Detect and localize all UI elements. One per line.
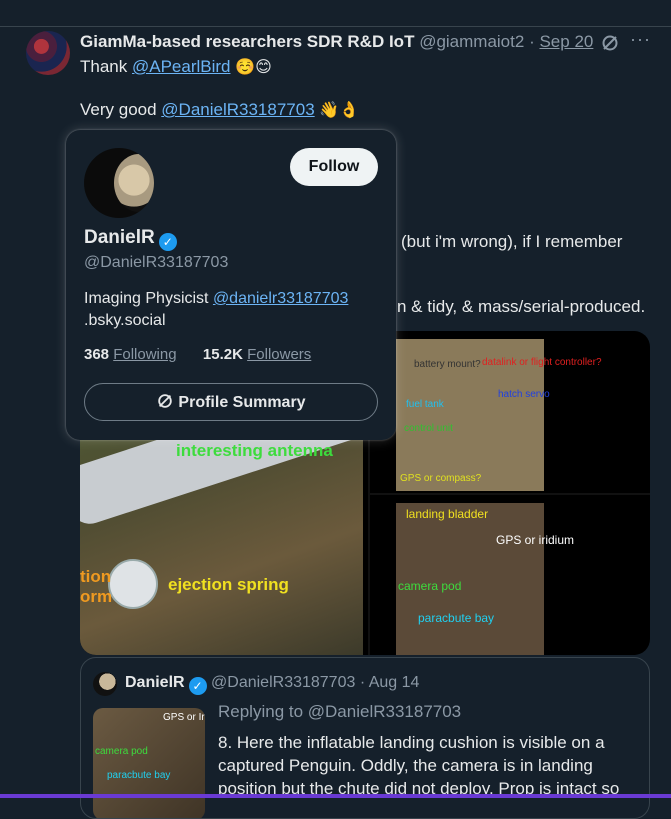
media-label: landing bladder	[406, 507, 489, 521]
profile-bio: Imaging Physicist @danielr33187703 .bsky…	[84, 288, 384, 332]
profile-summary-button[interactable]: Profile Summary	[84, 383, 378, 421]
author-name[interactable]: GiamMa-based researchers SDR R&D IoT	[80, 32, 414, 51]
profile-name[interactable]: DanielR ✓	[84, 227, 177, 251]
post-header: GiamMa-based researchers SDR R&D IoT @gi…	[80, 32, 593, 52]
media-label: camera pod	[398, 579, 462, 593]
more-icon[interactable]: ···	[630, 29, 651, 50]
mention-link[interactable]: @APearlBird	[132, 57, 231, 76]
grid-divider	[368, 493, 650, 495]
quoted-author-handle: @DanielR33187703	[211, 674, 356, 691]
author-handle[interactable]: @giammaiot2	[419, 32, 524, 51]
emoji: 👋👌	[319, 102, 360, 119]
media-label: fuel tank	[406, 399, 444, 410]
post-text-line-3-partial: (but i'm wrong), if I remember	[401, 232, 623, 251]
drone-photo-underside[interactable]: landing bladder GPS or iridium camera po…	[396, 503, 574, 655]
media-label: camera pod	[95, 746, 148, 757]
header-separator: ·	[359, 674, 366, 691]
mention-link[interactable]: @DanielR33187703	[161, 100, 314, 119]
previous-post-divider	[0, 0, 671, 27]
media-label: battery mount?	[414, 359, 481, 370]
media-label: GPS or iridium	[496, 533, 575, 547]
followers-count[interactable]: 15.2K	[203, 346, 243, 363]
text: Very good	[80, 100, 162, 119]
summary-label: Profile Summary	[178, 394, 306, 411]
post-text-line-1: Thank @APearlBird ☺️😊	[80, 57, 272, 77]
verified-icon: ✓	[188, 677, 207, 695]
following-count[interactable]: 368	[84, 346, 109, 363]
verified-icon: ✓	[158, 233, 177, 251]
summary-icon	[158, 394, 173, 408]
media-label: paracbute bay	[107, 770, 171, 781]
header-separator: ·	[529, 32, 535, 51]
grok-icon[interactable]	[600, 33, 620, 58]
media-label: GPS or Iridium	[163, 712, 205, 723]
media-label: ejection spring	[168, 575, 289, 594]
moon-image	[114, 154, 154, 212]
profile-avatar[interactable]	[84, 148, 154, 218]
author-avatar[interactable]	[26, 31, 70, 75]
quoted-author-name[interactable]: DanielR	[125, 674, 185, 691]
media-label: GPS or compass?	[400, 473, 482, 484]
media-label: tion	[80, 567, 112, 586]
quoted-text-line: captured Penguin. Oddly, the camera is i…	[218, 756, 593, 775]
camera-pod-shape	[108, 559, 158, 609]
text: Thank	[80, 57, 132, 76]
bio-link[interactable]: @danielr33187703	[213, 290, 348, 307]
followers-link[interactable]: Followers	[247, 346, 311, 363]
post-text-line-2: Very good @DanielR33187703 👋👌	[80, 100, 359, 120]
follow-button[interactable]: Follow	[290, 148, 378, 186]
emoji: ☺️😊	[235, 59, 272, 76]
profile-name-text[interactable]: DanielR	[84, 227, 155, 248]
quoted-author-avatar[interactable]	[93, 672, 117, 696]
drone-photo-internals[interactable]: battery mount? datalink or flight contro…	[396, 339, 602, 491]
media-label: hatch servo	[498, 389, 550, 400]
post-text-line-4-partial: n & tidy, & mass/serial-produced.	[397, 297, 646, 316]
quoted-media-thumbnail[interactable]: GPS or Iridium camera pod paracbute bay	[93, 708, 205, 818]
bio-text: Imaging Physicist	[84, 290, 213, 307]
profile-handle[interactable]: @DanielR33187703	[84, 254, 228, 272]
bio-text: .bsky.social	[84, 312, 166, 329]
quoted-header: DanielR ✓ @DanielR33187703 · Aug 14	[125, 674, 419, 695]
profile-hover-card[interactable]: Follow DanielR ✓ @DanielR33187703 Imaging…	[66, 130, 396, 440]
media-label: interesting antenna	[176, 441, 333, 460]
profile-stats: 368 Following 15.2K Followers	[84, 346, 311, 363]
media-label: orm	[80, 587, 113, 606]
bottom-accent-bar	[0, 794, 671, 798]
media-label: paracbute bay	[418, 611, 495, 625]
media-label: datalink or flight controller?	[482, 357, 602, 368]
following-link[interactable]: Following	[113, 346, 176, 363]
media-label: control unit	[404, 423, 453, 434]
quoted-date[interactable]: Aug 14	[369, 674, 420, 691]
replying-to[interactable]: Replying to @DanielR33187703	[218, 702, 461, 722]
post-date[interactable]: Sep 20	[539, 32, 593, 51]
quoted-text-line: 8. Here the inflatable landing cushion i…	[218, 733, 605, 752]
